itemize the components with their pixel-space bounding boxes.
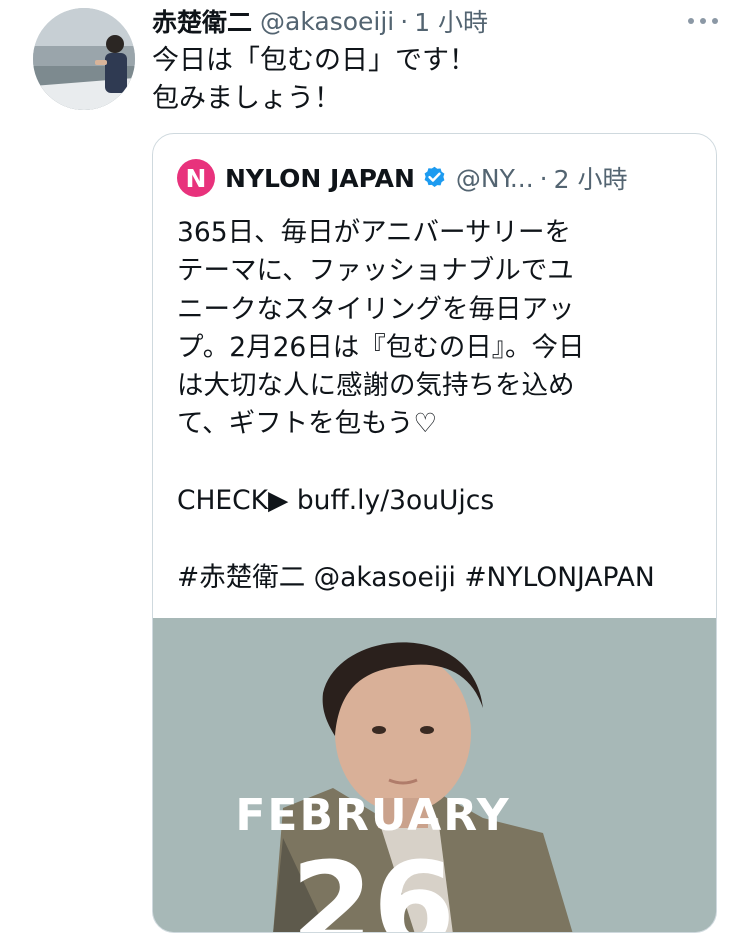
tweet-text: 今日は「包むの日」です！ 包みましょう！ (152, 42, 712, 118)
quoted-text-line: テーマに、ファッショナブルでユ (177, 255, 574, 287)
quoted-tweet-header: N NYLON JAPAN @NY... · 2 小時 (177, 159, 628, 197)
quoted-text-line (177, 520, 697, 558)
quoted-text-line: ニークなスタイリングを毎日アッ (177, 293, 575, 325)
more-icon-dot (688, 18, 694, 24)
quoted-text-link-line[interactable]: CHECK▶ buff.ly/3ouUjcs (177, 482, 697, 520)
quoted-text-line: プ。2月26日は『包むの日』。今日 (177, 331, 585, 363)
quoted-text-hashtags-line[interactable]: #赤楚衛二 @akasoeiji #NYLONJAPAN (177, 559, 697, 597)
user-avatar[interactable] (33, 8, 135, 110)
display-name[interactable]: 赤楚衛二 (152, 3, 252, 39)
quoted-avatar-logo[interactable]: N (177, 159, 215, 197)
quoted-text-line: は大切な人に感謝の気持ちを込め (177, 370, 575, 402)
tweet-timestamp[interactable]: 1 小時 (414, 3, 488, 39)
quoted-handle[interactable]: @NY... (456, 164, 534, 193)
quoted-media-image[interactable]: FEBRUARY 26 (153, 618, 716, 933)
tweet-text-line: 今日は「包むの日」です！ (152, 45, 476, 76)
separator-dot: · (400, 6, 409, 36)
verified-badge-icon (421, 165, 448, 192)
quoted-tweet-text: 365日、毎日がアニバーサリーを テーマに、ファッショナブルでユ ニークなスタイ… (177, 214, 697, 597)
quoted-text-line (177, 444, 697, 482)
more-icon-dot (700, 18, 706, 24)
tweet-text-line: 包みましょう！ (152, 83, 341, 114)
tweet-header: 赤楚衛二 @akasoeiji · 1 小時 (152, 4, 692, 38)
user-handle[interactable]: @akasoeiji (260, 7, 394, 36)
image-day-text: 26 (290, 836, 456, 933)
quoted-tweet-card[interactable]: N NYLON JAPAN @NY... · 2 小時 365日、毎日がアニバー… (152, 133, 717, 933)
image-month-text: FEBRUARY (235, 790, 511, 841)
quoted-text-line: 365日、毎日がアニバーサリーを (177, 217, 572, 248)
quoted-timestamp[interactable]: 2 小時 (554, 160, 628, 196)
quoted-display-name[interactable]: NYLON JAPAN (225, 164, 415, 193)
more-icon-dot (712, 18, 718, 24)
separator-dot: · (539, 163, 548, 193)
quoted-text-line: て、ギフトを包もう♡ (177, 408, 438, 440)
more-icon[interactable] (688, 14, 718, 28)
